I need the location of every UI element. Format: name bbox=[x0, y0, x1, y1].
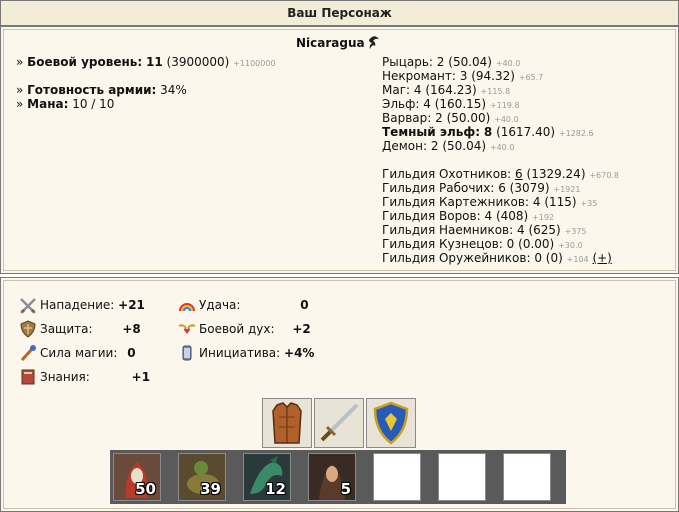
stat-value: +21 bbox=[118, 298, 145, 312]
guild-level-link[interactable]: 6 bbox=[515, 167, 523, 181]
combat-exp-next: +1100000 bbox=[233, 59, 276, 68]
mana-label: Мана: bbox=[27, 97, 69, 111]
page-title: Ваш Персонаж bbox=[0, 0, 679, 26]
army-slot-empty[interactable] bbox=[373, 453, 421, 501]
sword-icon bbox=[320, 403, 359, 442]
stat-label: Защита: bbox=[40, 322, 93, 336]
combat-level-value: 11 bbox=[146, 55, 163, 69]
army-ready-row: » Готовность армии: 34% bbox=[16, 83, 187, 97]
stat-value: +1 bbox=[131, 370, 151, 384]
winged-heart-icon bbox=[178, 320, 196, 338]
faction-row: Демон: 2 (50.04) +40.0 bbox=[382, 139, 515, 153]
swords-icon bbox=[19, 297, 37, 315]
stat-value: +2 bbox=[292, 322, 311, 336]
mana-row: » Мана: 10 / 10 bbox=[16, 97, 115, 111]
equipment-slot-shield[interactable] bbox=[366, 398, 416, 448]
guild-expand-link[interactable]: (+) bbox=[592, 251, 611, 265]
stat-value: +8 bbox=[122, 322, 141, 336]
stat-value: +4% bbox=[284, 346, 315, 360]
stat-value: 0 bbox=[300, 298, 309, 312]
combat-level-label: Боевой уровень: bbox=[27, 55, 143, 69]
stat-label: Удача: bbox=[199, 298, 241, 312]
army-count: 5 bbox=[340, 480, 351, 498]
knight-shield-icon bbox=[373, 401, 409, 445]
dark-elf-sign-icon bbox=[367, 34, 381, 54]
equipment-slot-armor[interactable] bbox=[262, 398, 312, 448]
army-ready-value: 34% bbox=[160, 83, 187, 97]
rainbow-icon bbox=[178, 297, 196, 315]
leather-armor-icon bbox=[272, 402, 302, 444]
army-slot[interactable]: 50 bbox=[113, 453, 161, 501]
stat-label: Знания: bbox=[40, 370, 90, 384]
combat-exp: (3900000) bbox=[166, 55, 230, 69]
army-count: 39 bbox=[200, 480, 221, 498]
army-slot[interactable]: 12 bbox=[243, 453, 291, 501]
army-slot-empty[interactable] bbox=[503, 453, 551, 501]
combat-level-row: » Боевой уровень: 11 (3900000) +1100000 bbox=[16, 55, 276, 69]
army-slot[interactable]: 5 bbox=[308, 453, 356, 501]
stat-value: 0 bbox=[127, 346, 136, 360]
army-count: 50 bbox=[135, 480, 156, 498]
guild-row: Гильдия Оружейников: 0 (0) +104 (+) bbox=[382, 251, 612, 265]
stat-label: Боевой дух: bbox=[199, 322, 275, 336]
stat-label: Сила магии: bbox=[40, 346, 118, 360]
stat-label: Инициатива: bbox=[199, 346, 281, 360]
shield-icon bbox=[19, 320, 37, 338]
stat-label: Нападение: bbox=[40, 298, 115, 312]
army-ready-label: Готовность армии: bbox=[27, 83, 157, 97]
army-slot[interactable]: 39 bbox=[178, 453, 226, 501]
equipment-slot-weapon[interactable] bbox=[314, 398, 364, 448]
mana-value: 10 / 10 bbox=[72, 97, 115, 111]
army-count: 12 bbox=[265, 480, 286, 498]
book-icon bbox=[19, 368, 37, 386]
magic-wand-icon bbox=[19, 344, 37, 362]
hourglass-icon bbox=[178, 344, 196, 362]
army-slot-empty[interactable] bbox=[438, 453, 486, 501]
character-name[interactable]: Nicaragua bbox=[296, 36, 365, 50]
